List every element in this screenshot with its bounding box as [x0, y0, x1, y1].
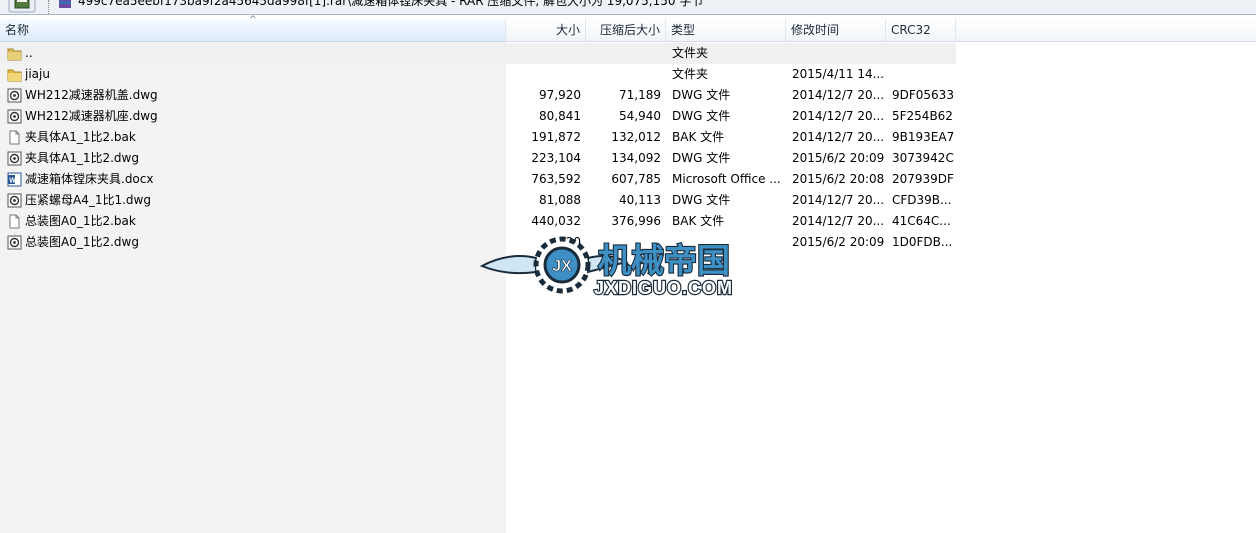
file-name: WH212减速器机座.dwg: [25, 109, 158, 123]
blank-file-icon: [7, 214, 22, 229]
file-name: 夹具体A1_1比2.bak: [25, 130, 136, 144]
file-modified: 2015/6/2 20:09: [792, 151, 884, 165]
file-packed-size: 54,940: [619, 109, 661, 123]
file-crc32: 3073942C: [892, 151, 954, 165]
file-packed-size: 40,113: [619, 193, 661, 207]
file-modified: 2015/6/2 20:08: [792, 172, 884, 186]
file-modified: 2015/6/2 20:09: [792, 235, 884, 249]
file-size: 80,841: [539, 109, 581, 123]
logo-badge-text: JX: [552, 258, 572, 275]
word-file-icon: W: [7, 172, 22, 187]
file-row[interactable]: jiaju 文件夹 2015/4/11 14...: [0, 64, 956, 85]
file-row[interactable]: WH212减速器机盖.dwg 97,920 71,189 DWG 文件 2014…: [0, 85, 956, 106]
file-crc32: 1D0FDB...: [892, 235, 953, 249]
logo-title: 机械帝国: [598, 241, 730, 280]
file-packed-size: 71,189: [619, 88, 661, 102]
file-crc32: CFD39B...: [892, 193, 952, 207]
file-size: 763,592: [531, 172, 581, 186]
file-type: 文件夹: [672, 67, 709, 81]
file-packed-size: 376,996: [611, 214, 661, 228]
file-crc32: 9B193EA7: [892, 130, 955, 144]
file-crc32: 5F254B62: [892, 109, 953, 123]
folder-icon: [7, 67, 22, 82]
dwg-file-icon: [7, 88, 22, 103]
rar-archive-icon: [58, 0, 72, 9]
file-type: DWG 文件: [672, 109, 731, 123]
column-type[interactable]: 类型: [666, 19, 786, 41]
file-name: 总装图A0_1比2.dwg: [25, 235, 139, 249]
file-row[interactable]: 总装图A0_1比2.bak 440,032 376,996 BAK 文件 201…: [0, 211, 956, 232]
file-type: DWG 文件: [672, 88, 731, 102]
file-row[interactable]: W 减速箱体镗床夹具.docx 763,592 607,785 Microsof…: [0, 169, 956, 190]
file-row[interactable]: .. 文件夹: [0, 43, 956, 64]
file-list: .. 文件夹 jiaju 文件夹 2015/4/11 14... WH212减速…: [0, 43, 956, 253]
file-type: Microsoft Office ...: [672, 172, 781, 186]
file-type: BAK 文件: [672, 214, 725, 228]
file-row[interactable]: 压紧螺母A4_1比1.dwg 81,088 40,113 DWG 文件 2014…: [0, 190, 956, 211]
file-name: 夹具体A1_1比2.dwg: [25, 151, 139, 165]
dwg-file-icon: [7, 151, 22, 166]
dwg-file-icon: [7, 235, 22, 250]
file-size: 97,920: [539, 88, 581, 102]
column-size[interactable]: 大小: [506, 19, 586, 41]
file-name: 压紧螺母A4_1比1.dwg: [25, 193, 151, 207]
file-type: BAK 文件: [672, 130, 725, 144]
jxdiguo-watermark-logo: JX 机械帝国 JXDIGUO.COM: [479, 234, 780, 299]
file-type: DWG 文件: [672, 151, 731, 165]
file-name: ..: [25, 46, 33, 60]
parent-folder-icon: [7, 46, 22, 61]
file-name: jiaju: [25, 67, 50, 81]
sort-ascending-icon: ^: [249, 15, 257, 25]
column-modified[interactable]: 修改时间: [786, 19, 886, 41]
file-crc32: 207939DF: [892, 172, 954, 186]
file-size: 223,104: [531, 151, 581, 165]
file-packed-size: 134,092: [611, 151, 661, 165]
file-row[interactable]: WH212减速器机座.dwg 80,841 54,940 DWG 文件 2014…: [0, 106, 956, 127]
logo-subtitle: JXDIGUO.COM: [594, 278, 733, 298]
column-packed-size[interactable]: 压缩后大小: [586, 19, 666, 41]
file-modified: 2014/12/7 20...: [792, 130, 884, 144]
file-name: 减速箱体镗床夹具.docx: [25, 172, 154, 186]
file-modified: 2014/12/7 20...: [792, 193, 884, 207]
file-crc32: 41C64C...: [892, 214, 951, 228]
file-row[interactable]: 夹具体A1_1比2.dwg 223,104 134,092 DWG 文件 201…: [0, 148, 956, 169]
file-crc32: 9DF05633: [892, 88, 954, 102]
file-name: 总装图A0_1比2.bak: [25, 214, 136, 228]
file-row[interactable]: 夹具体A1_1比2.bak 191,872 132,012 BAK 文件 201…: [0, 127, 956, 148]
file-packed-size: 607,785: [611, 172, 661, 186]
file-name: WH212减速器机盖.dwg: [25, 88, 158, 102]
blank-file-icon: [7, 130, 22, 145]
svg-text:W: W: [9, 178, 16, 185]
address-bar: 499c7ea5eebf173ba9f2a45645da998f[1].rar\…: [0, 0, 1256, 15]
archive-path[interactable]: 499c7ea5eebf173ba9f2a45645da998f[1].rar\…: [78, 0, 703, 9]
file-modified: 2014/12/7 20...: [792, 88, 884, 102]
file-modified: 2014/12/7 20...: [792, 109, 884, 123]
file-modified: 2014/12/7 20...: [792, 214, 884, 228]
file-type: 文件夹: [672, 46, 709, 60]
file-modified: 2015/4/11 14...: [792, 67, 884, 81]
file-size: 81,088: [539, 193, 581, 207]
file-row[interactable]: 总装图A0_1比2.dwg ...520 2015/6/2 20:09 1D0F…: [0, 232, 956, 253]
column-crc32[interactable]: CRC32: [886, 19, 956, 41]
file-size: 191,872: [531, 130, 581, 144]
dwg-file-icon: [7, 109, 22, 124]
toolbar-separator: [48, 0, 49, 14]
file-type: DWG 文件: [672, 193, 731, 207]
file-size: 440,032: [531, 214, 581, 228]
column-header: 名称 ^ 大小 压缩后大小 类型 修改时间 CRC32: [0, 15, 1256, 42]
file-packed-size: 132,012: [611, 130, 661, 144]
up-folder-button[interactable]: [3, 0, 43, 13]
dwg-file-icon: [7, 193, 22, 208]
